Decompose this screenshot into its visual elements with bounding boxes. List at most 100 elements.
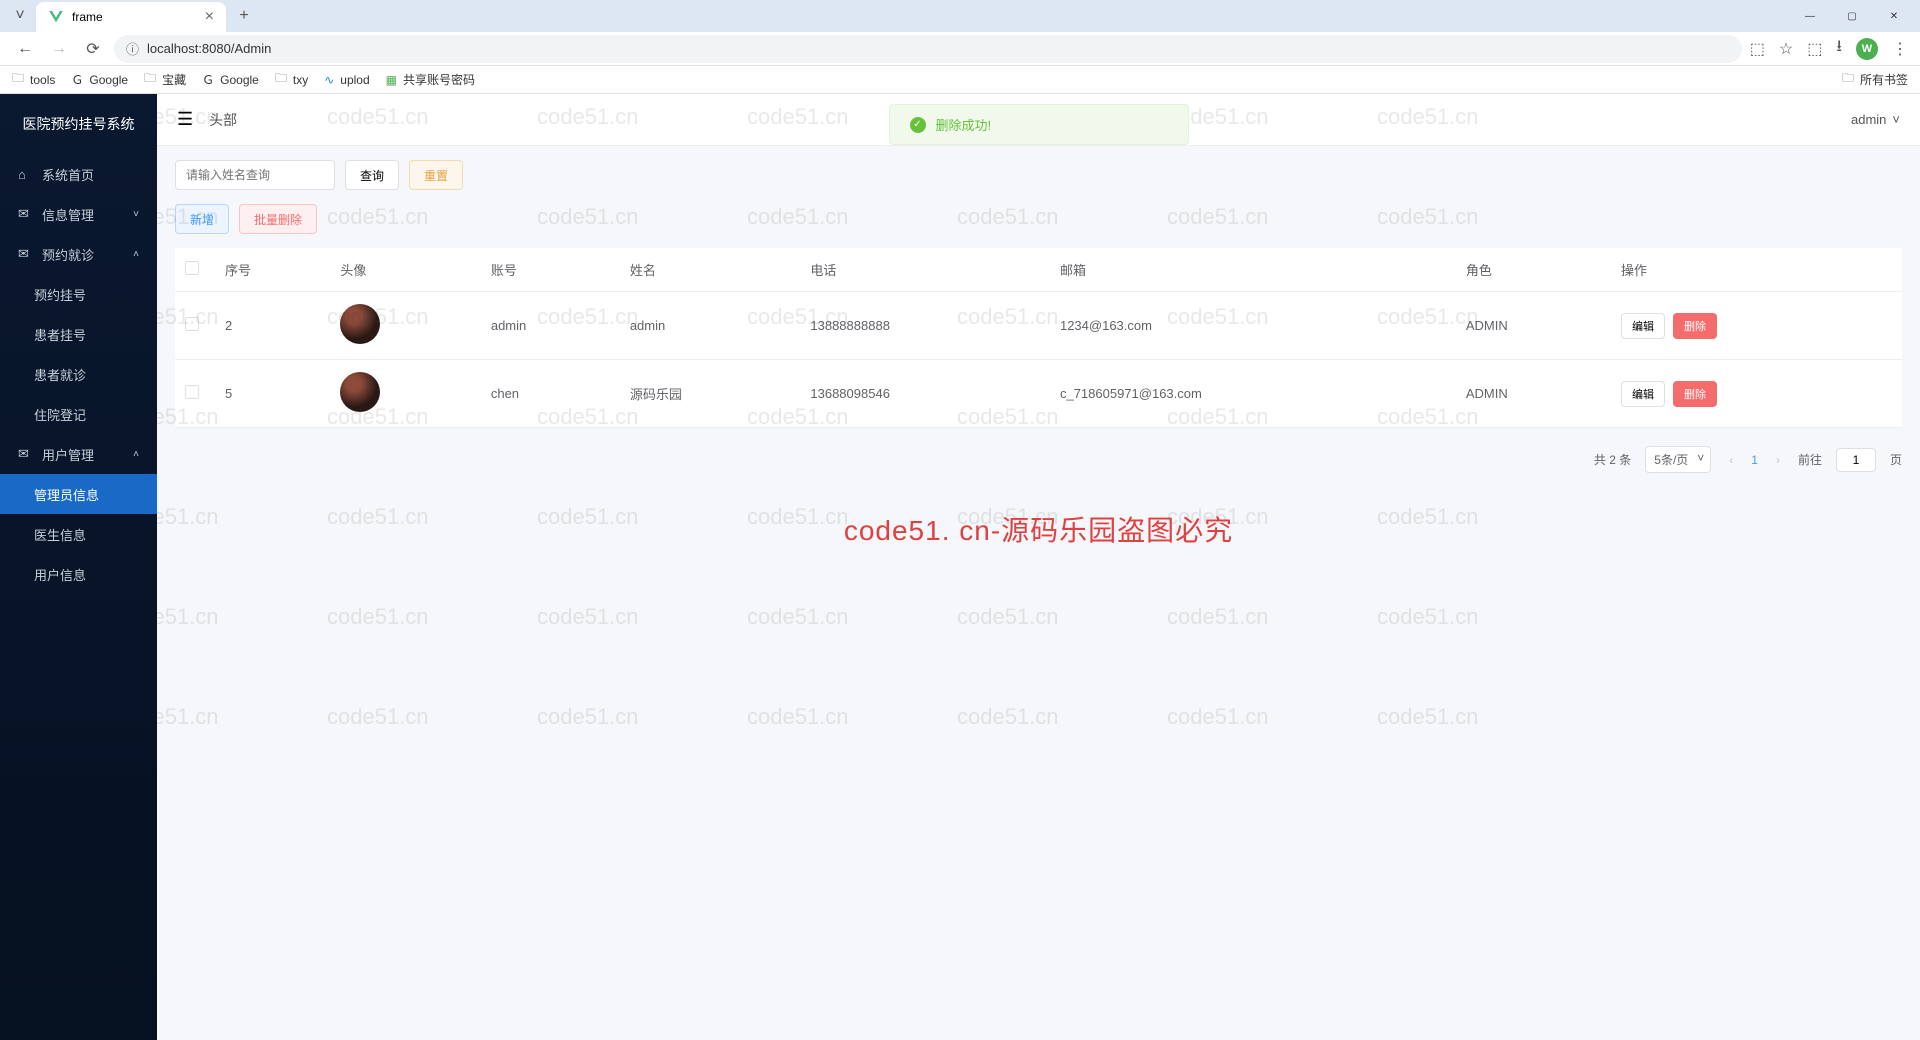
cell-name: admin [620,292,801,360]
edit-button[interactable]: 编辑 [1621,381,1665,407]
cell-name: 源码乐园 [620,360,801,428]
cell-role: ADMIN [1456,292,1611,360]
chevron-down-icon: ˅ [1892,112,1900,127]
watermark-text: code51.cn [157,704,219,730]
profile-avatar[interactable]: W [1856,38,1878,60]
add-button[interactable]: 新增 [175,204,229,234]
bookmark-item[interactable]: ∿uplod [324,73,369,87]
sidebar-item[interactable]: ✉用户管理˄ [0,434,157,474]
site-icon: ▦ [386,73,397,87]
query-button[interactable]: 查询 [345,160,399,190]
folder-icon: 🗀 [144,69,156,90]
sidebar-item[interactable]: 管理员信息 [0,474,157,514]
sidebar-item[interactable]: ✉预约就诊˄ [0,234,157,274]
select-all-checkbox[interactable] [185,261,199,275]
batch-delete-button[interactable]: 批量删除 [239,204,317,234]
sidebar-item[interactable]: 医生信息 [0,514,157,554]
chevron-icon: ˄ [133,449,139,460]
prev-page-icon[interactable]: ‹ [1725,453,1737,467]
cell-phone: 13688098546 [800,360,1050,428]
page-size-select[interactable]: 5条/页 ˅ [1645,446,1711,473]
bookmark-item[interactable]: 🗀宝藏 [144,69,186,90]
sidebar-item[interactable]: 住院登记 [0,394,157,434]
table-row: 2 admin admin 13888888888 1234@163.com A… [175,292,1902,360]
nav-icon: ✉ [18,206,32,222]
chevron-icon: ˄ [133,249,139,260]
tab-title: frame [72,10,197,24]
bookmark-item[interactable]: ＧGoogle [71,71,128,88]
cell-account: chen [481,360,620,428]
edit-button[interactable]: 编辑 [1621,313,1665,339]
close-window-icon[interactable]: ✕ [1884,11,1904,22]
sidebar-item[interactable]: 患者挂号 [0,314,157,354]
cell-role: ADMIN [1456,360,1611,428]
bookmark-star-icon[interactable]: ☆ [1779,39,1793,59]
watermark-text: code51.cn [1377,604,1479,630]
sidebar-item[interactable]: ⌂系统首页 [0,154,157,194]
reload-icon[interactable]: ⟳ [80,36,106,62]
watermark-text: code51.cn [537,504,639,530]
browser-tab[interactable]: frame × [36,2,226,32]
app-title: 医院预约挂号系统 [0,94,157,154]
user-dropdown[interactable]: admin ˅ [1851,112,1900,127]
sidebar-item[interactable]: 预约挂号 [0,274,157,314]
watermark-text: code51.cn [747,704,849,730]
nav-label: 管理员信息 [34,485,99,504]
browser-menu-icon[interactable]: ⋮ [1892,39,1908,59]
all-bookmarks[interactable]: 🗀所有书签 [1842,69,1908,90]
name-search-input[interactable] [175,160,335,190]
watermark-center: code51. cn-源码乐园盗图必究 [844,509,1233,549]
url-input[interactable]: ⓘ localhost:8080/Admin [114,35,1742,63]
download-icon[interactable]: ⭳ [1836,35,1842,62]
sidebar-item[interactable]: ✉信息管理˅ [0,194,157,234]
reset-button[interactable]: 重置 [409,160,463,190]
admin-table: 序号 头像 账号 姓名 电话 邮箱 角色 操作 2 admin admin 13… [175,248,1902,428]
tabs-dropdown[interactable]: ˅ [8,4,32,28]
info-icon: ⓘ [126,39,139,58]
watermark-text: code51.cn [1377,504,1479,530]
success-toast: ✓ 删除成功! [889,104,1189,145]
minimize-icon[interactable]: — [1800,11,1820,22]
username: admin [1851,112,1886,127]
watermark-text: code51.cn [327,504,429,530]
folder-icon: 🗀 [12,69,24,90]
col-account: 账号 [481,248,620,292]
watermark-text: code51.cn [157,504,219,530]
new-tab-button[interactable]: + [230,2,258,30]
extensions-icon[interactable]: ⬚ [1807,39,1822,59]
current-page[interactable]: 1 [1751,453,1758,467]
back-icon[interactable]: ← [12,36,38,62]
watermark-text: code51.cn [327,604,429,630]
sidebar-item[interactable]: 用户信息 [0,554,157,594]
check-icon: ✓ [910,117,926,133]
maximize-icon[interactable]: ▢ [1842,11,1862,22]
watermark-text: code51.cn [537,704,639,730]
next-page-icon[interactable]: › [1772,453,1784,467]
sidebar-item[interactable]: 患者就诊 [0,354,157,394]
nav-label: 用户信息 [34,565,86,584]
row-checkbox[interactable] [185,385,199,399]
browser-tab-bar: ˅ frame × + — ▢ ✕ [0,0,1920,32]
col-email: 邮箱 [1050,248,1456,292]
tab-close-icon[interactable]: × [205,8,214,26]
toast-message: 删除成功! [936,115,992,134]
bookmark-item[interactable]: ＧGoogle [202,71,259,88]
watermark-text: code51.cn [537,604,639,630]
row-checkbox[interactable] [185,317,199,331]
watermark-text: code51.cn [957,704,1059,730]
bookmark-item[interactable]: 🗀tools [12,69,55,90]
menu-toggle-icon[interactable]: ☰ [177,109,193,130]
delete-button[interactable]: 删除 [1673,381,1717,407]
col-phone: 电话 [800,248,1050,292]
page-suffix: 页 [1890,451,1902,468]
install-app-icon[interactable]: ⬚ [1750,39,1765,59]
nav-icon: ✉ [18,446,32,462]
forward-icon[interactable]: → [46,36,72,62]
google-icon: Ｇ [202,71,214,88]
delete-button[interactable]: 删除 [1673,313,1717,339]
bookmark-item[interactable]: 🗀txy [275,69,308,90]
goto-page-input[interactable] [1836,448,1876,472]
nav-label: 医生信息 [34,525,86,544]
nav-label: 系统首页 [42,165,94,184]
bookmark-item[interactable]: ▦共享账号密码 [386,71,475,88]
